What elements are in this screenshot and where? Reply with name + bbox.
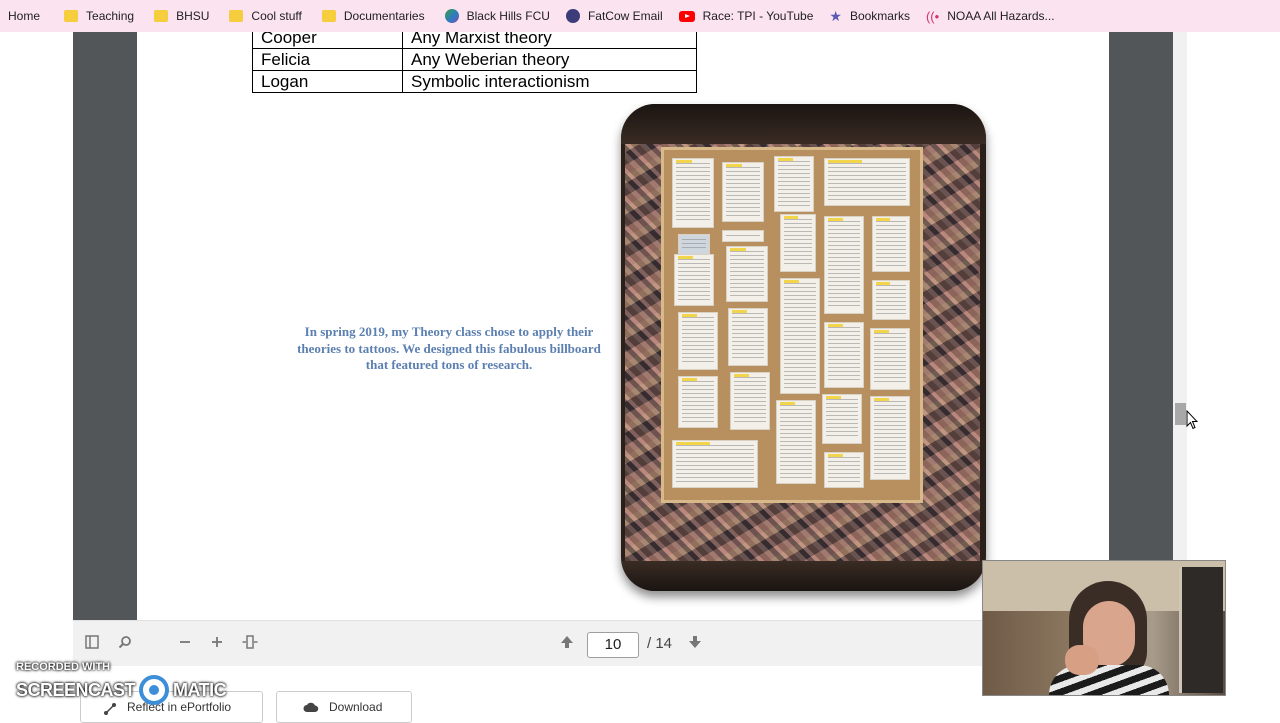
table-cell-theory: Any Marxist theory [402,32,697,49]
bookmark-label: Cool stuff [251,9,302,23]
bookmark-label: Black Hills FCU [466,9,550,23]
sidebar-toggle-icon[interactable] [85,635,99,653]
bookmark-label: NOAA All Hazards... [947,9,1055,23]
corkboard [661,147,923,503]
table-row: Logan Symbolic interactionism [252,70,697,93]
folder-icon [321,10,336,22]
bookmarks-bar: Home Teaching BHSU Cool stuff Documentar… [0,0,1280,32]
research-paper [678,376,718,428]
bookmark-home[interactable]: Home [0,4,48,28]
research-paper [726,246,768,302]
research-paper [824,158,910,206]
folder-icon [154,10,169,22]
screencast-dial-icon [139,675,170,705]
star-icon: ★ [829,7,842,24]
table-cell-theory: Symbolic interactionism [402,70,697,93]
bookmark-teaching[interactable]: Teaching [56,4,142,28]
scrollbar-thumb[interactable] [1175,403,1186,425]
bookmark-youtube[interactable]: Race: TPI - YouTube [671,4,822,28]
cloud-download-icon [303,702,319,716]
watermark-line1: RECORDED WITH [16,661,111,673]
watermark-right: MATIC [173,679,227,700]
noaa-icon: ((• [925,8,940,24]
photo-floor [621,561,986,591]
page-total: / 14 [647,635,673,652]
webcam-overlay [982,560,1226,696]
research-paper [870,328,910,390]
research-paper [672,158,714,228]
next-page-icon[interactable] [688,635,702,653]
folder-icon [229,10,244,22]
bookmark-label: Teaching [86,9,135,23]
fatcow-icon [565,9,580,23]
research-paper [722,162,764,222]
research-paper [870,396,910,480]
previous-page-icon[interactable] [560,635,574,653]
table-cell-name: Logan [252,70,403,93]
watermark-logo: SCREENCAST MATIC [16,675,227,705]
globe-icon [444,9,459,23]
research-paper [824,216,864,314]
assignment-table: Cooper Any Marxist theory Felicia Any We… [252,32,697,93]
bookmark-label: Race: TPI - YouTube [702,9,814,23]
webcam-presenter [1039,581,1169,695]
bookmark-label: FatCow Email [587,9,663,23]
table-cell-name: Felicia [252,48,403,71]
research-paper [780,214,816,272]
zoom-in-icon[interactable] [210,635,224,653]
left-margin [0,32,73,720]
photo-ceiling [621,104,986,144]
research-paper [674,254,714,306]
watermark-left: SCREENCAST [16,679,136,700]
zoom-out-icon[interactable] [178,635,192,653]
research-paper [822,394,862,444]
research-paper [678,312,718,370]
billboard-photo [621,104,986,591]
research-paper [776,400,816,484]
bookmark-label: Bookmarks [849,9,910,23]
download-label: Download [329,700,383,714]
bookmark-documentaries[interactable]: Documentaries [314,4,433,28]
webcam-door [1179,567,1223,693]
bookmark-fatcow-email[interactable]: FatCow Email [558,4,671,28]
research-paper [672,440,758,488]
table-cell-theory: Any Weberian theory [402,48,697,71]
research-paper [678,234,710,256]
research-paper [774,156,814,212]
bookmark-label: Documentaries [343,9,425,23]
bookmark-noaa[interactable]: ((• NOAA All Hazards... [918,4,1063,28]
table-cell-name: Cooper [252,32,403,49]
fit-page-icon[interactable] [242,635,258,653]
bookmark-label: BHSU [176,9,210,23]
youtube-icon [678,10,695,22]
page-number-input[interactable]: 10 [587,632,639,658]
research-paper [824,322,864,388]
table-row: Cooper Any Marxist theory [252,32,697,49]
bookmark-black-hills-fcu[interactable]: Black Hills FCU [437,4,558,28]
research-paper [780,278,820,394]
research-paper [872,216,910,272]
bookmark-cool-stuff[interactable]: Cool stuff [221,4,309,28]
download-button[interactable]: Download [276,691,412,723]
research-paper [730,372,770,430]
photo-caption: In spring 2019, my Theory class chose to… [297,324,601,372]
bookmark-label: Home [8,9,41,23]
pdf-page: Cooper Any Marxist theory Felicia Any We… [137,32,1109,620]
research-paper [872,280,910,320]
screencast-watermark: RECORDED WITH SCREENCAST MATIC [16,661,227,705]
scrollbar-track[interactable] [1173,32,1187,620]
research-paper [728,308,768,366]
table-row: Felicia Any Weberian theory [252,48,697,71]
research-paper [722,230,764,242]
research-paper [824,452,864,488]
bookmark-bhsu[interactable]: BHSU [146,4,217,28]
mouse-cursor-icon [1186,410,1198,430]
folder-icon [64,10,79,22]
search-icon[interactable] [118,635,132,653]
bookmark-bookmarks[interactable]: ★ Bookmarks [821,4,918,28]
